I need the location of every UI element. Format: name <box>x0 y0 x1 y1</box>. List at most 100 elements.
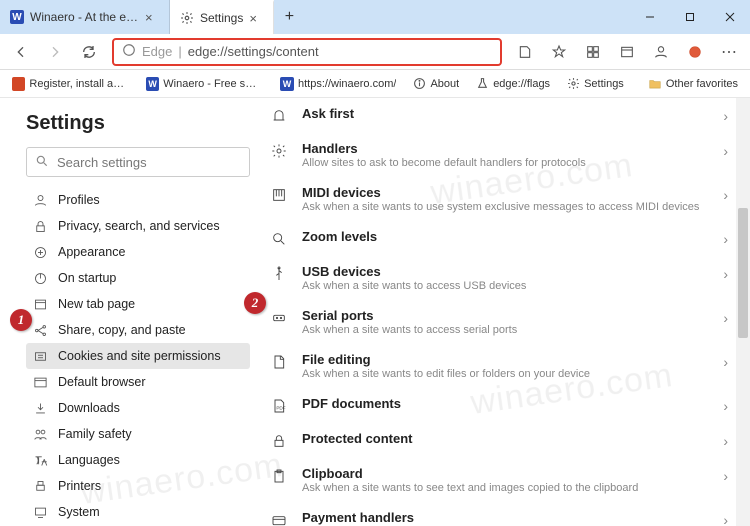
usb-icon <box>270 265 288 283</box>
sidebar-item-family[interactable]: Family safety <box>26 421 250 447</box>
zoom-icon <box>270 230 288 248</box>
permission-title: Clipboard <box>302 466 709 481</box>
permission-notify[interactable]: Ask first› <box>266 98 738 133</box>
tab-favicon: W <box>10 10 24 24</box>
permission-title: File editing <box>302 352 709 367</box>
close-icon[interactable]: × <box>249 11 263 25</box>
profile-button[interactable] <box>646 37 676 67</box>
bookmark-item[interactable]: Whttps://winaero.com/ <box>274 75 402 93</box>
bookmark-item[interactable]: WWinaero - Free sma... <box>140 75 270 93</box>
annotation-badge-2: 2 <box>244 292 266 314</box>
refresh-button[interactable] <box>74 37 104 67</box>
permission-title: Ask first <box>302 106 709 121</box>
tab-settings[interactable]: Settings × <box>170 0 274 34</box>
permission-usb[interactable]: USB devicesAsk when a site wants to acce… <box>266 256 738 300</box>
tab-label: Winaero - At the edge of tweak <box>30 10 139 24</box>
favorites-list-button[interactable] <box>578 37 608 67</box>
sidebar-item-permissions[interactable]: Cookies and site permissions <box>26 343 250 369</box>
chevron-right-icon: › <box>723 354 734 370</box>
bookmarks-bar: Register, install and... WWinaero - Free… <box>0 70 750 98</box>
chevron-right-icon: › <box>723 187 734 203</box>
permission-pdf[interactable]: PDFPDF documents› <box>266 388 738 423</box>
notify-icon <box>270 107 288 125</box>
sidebar-item-browser[interactable]: Default browser <box>26 369 250 395</box>
scrollbar[interactable] <box>736 98 750 526</box>
bookmark-item[interactable]: Settings <box>560 75 630 93</box>
new-tab-button[interactable]: + <box>274 0 304 34</box>
sidebar-item-power[interactable]: On startup <box>26 265 250 291</box>
sidebar-item-lock[interactable]: Privacy, search, and services <box>26 213 250 239</box>
chevron-right-icon: › <box>723 310 734 326</box>
content-area: Settings Search settings Profiles Privacy… <box>0 98 750 526</box>
other-favorites[interactable]: Other favorites <box>642 75 744 93</box>
menu-button[interactable]: ⋯ <box>714 37 744 67</box>
bookmark-item[interactable]: edge://flags <box>469 75 556 93</box>
favorite-button[interactable] <box>544 37 574 67</box>
window-controls <box>630 0 750 34</box>
bookmark-item[interactable]: About <box>406 75 465 93</box>
permission-handlers[interactable]: HandlersAllow sites to ask to become def… <box>266 133 738 177</box>
page-title: Settings <box>26 112 250 135</box>
back-button[interactable] <box>6 37 36 67</box>
lock-icon <box>32 218 48 234</box>
tab-winaero[interactable]: W Winaero - At the edge of tweak × <box>0 0 170 34</box>
sidebar-item-label: Default browser <box>58 375 146 389</box>
permission-zoom[interactable]: Zoom levels› <box>266 221 738 256</box>
sidebar-item-share[interactable]: Share, copy, and paste <box>26 317 250 343</box>
sidebar-item-language[interactable]: Languages <box>26 447 250 473</box>
sidebar-item-printer[interactable]: Printers <box>26 473 250 499</box>
permission-serial[interactable]: Serial portsAsk when a site wants to acc… <box>266 300 738 344</box>
sidebar-item-label: Share, copy, and paste <box>58 323 186 337</box>
flask-icon <box>475 77 489 91</box>
toolbar: Edge | edge://settings/content ⋯ <box>0 34 750 70</box>
sidebar-item-profile[interactable]: Profiles <box>26 187 250 213</box>
address-prefix: Edge <box>142 44 172 59</box>
sidebar-item-label: On startup <box>58 271 116 285</box>
sidebar-item-label: Privacy, search, and services <box>58 219 220 233</box>
sidebar-item-label: Family safety <box>58 427 132 441</box>
sidebar-item-label: Printers <box>58 479 101 493</box>
chevron-right-icon: › <box>723 143 734 159</box>
close-icon[interactable]: × <box>145 10 159 24</box>
sidebar-item-system[interactable]: System <box>26 499 250 525</box>
edge-icon <box>122 43 136 60</box>
minimize-button[interactable] <box>630 0 670 34</box>
permission-clipboard[interactable]: ClipboardAsk when a site wants to see te… <box>266 458 738 502</box>
family-icon <box>32 426 48 442</box>
permissions-icon <box>32 348 48 364</box>
bookmark-item[interactable]: Register, install and... <box>6 75 136 93</box>
reading-button[interactable] <box>510 37 540 67</box>
language-icon <box>32 452 48 468</box>
close-window-button[interactable] <box>710 0 750 34</box>
sidebar-item-label: Cookies and site permissions <box>58 349 221 363</box>
share-icon <box>32 322 48 338</box>
browser-icon <box>32 374 48 390</box>
sidebar-item-newtab[interactable]: New tab page <box>26 291 250 317</box>
chevron-right-icon: › <box>723 468 734 484</box>
permission-title: USB devices <box>302 264 709 279</box>
extension-button[interactable] <box>680 37 710 67</box>
permission-protected[interactable]: Protected content› <box>266 423 738 458</box>
permission-subtitle: Ask when a site wants to access USB devi… <box>302 280 709 292</box>
permission-midi[interactable]: MIDI devicesAsk when a site wants to use… <box>266 177 738 221</box>
serial-icon <box>270 309 288 327</box>
sidebar-item-label: New tab page <box>58 297 135 311</box>
permission-subtitle: Ask when a site wants to access serial p… <box>302 324 709 336</box>
gear-icon <box>566 77 580 91</box>
search-input[interactable]: Search settings <box>26 147 250 177</box>
scrollbar-thumb[interactable] <box>738 208 748 338</box>
permission-file[interactable]: File editingAsk when a site wants to edi… <box>266 344 738 388</box>
permission-title: MIDI devices <box>302 185 709 200</box>
permission-subtitle: Ask when a site wants to see text and im… <box>302 482 709 494</box>
address-bar[interactable]: Edge | edge://settings/content <box>112 38 502 66</box>
permission-title: Zoom levels <box>302 229 709 244</box>
permission-payment[interactable]: Payment handlersAllow sites to install p… <box>266 502 738 526</box>
sidebar-item-download[interactable]: Downloads <box>26 395 250 421</box>
sidebar-item-appearance[interactable]: Appearance <box>26 239 250 265</box>
clipboard-icon <box>270 467 288 485</box>
forward-button[interactable] <box>40 37 70 67</box>
collections-button[interactable] <box>612 37 642 67</box>
download-icon <box>32 400 48 416</box>
sidebar-item-label: Profiles <box>58 193 100 207</box>
maximize-button[interactable] <box>670 0 710 34</box>
